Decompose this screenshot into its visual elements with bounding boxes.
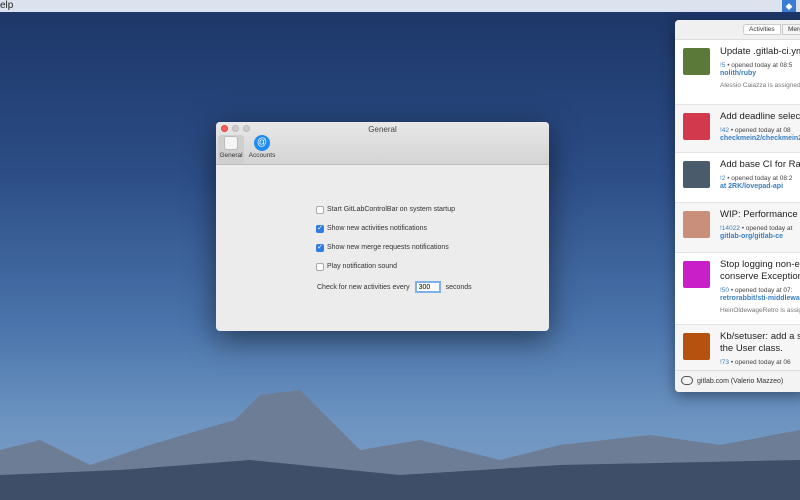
startup-checkbox[interactable]: Start GitLabControlBar on system startup [316, 200, 472, 219]
item-title: Add deadline selector [720, 111, 800, 122]
checkbox-box [316, 205, 324, 214]
activity-item[interactable]: Add deadline selector !42 • opened today … [675, 105, 800, 153]
item-meta: • opened today at [739, 225, 793, 232]
item-meta: • opened today at 07: [729, 287, 793, 294]
menu-bar: elp ◆ [0, 0, 800, 12]
gitlab-tanuki-icon[interactable]: ◆ [782, 0, 796, 12]
account-footer[interactable]: gitlab.com (Valerio Mazzeo) [675, 370, 800, 392]
account-label: gitlab.com (Valerio Mazzeo) [697, 378, 784, 385]
item-project[interactable]: checkmein2/checkmein2 [720, 135, 800, 142]
checkmark-icon: ✓ [316, 224, 324, 233]
avatar [683, 113, 710, 140]
activities-panel: ActivitiesMerge Update .gitlab-ci.yml!5 … [675, 20, 800, 392]
item-meta: • opened today at 08:5 [725, 62, 793, 69]
item-id[interactable]: !73 [720, 359, 729, 366]
avatar [683, 333, 710, 360]
item-meta: • opened today at 08 [729, 127, 791, 134]
tab-label: Accounts [248, 152, 276, 159]
item-id[interactable]: !14022 [720, 225, 740, 232]
tab-accounts[interactable]: @ Accounts [244, 135, 280, 164]
activity-item[interactable]: Kb/setuser: add a se the User class. !73 •… [675, 325, 800, 371]
at-sign-icon: @ [254, 135, 270, 151]
cloud-icon [681, 376, 693, 385]
item-project[interactable]: gitlab-org/gitlab-ce [720, 233, 800, 240]
item-id[interactable]: !42 [720, 127, 729, 134]
interval-label: Check for new activities every [317, 283, 410, 291]
item-meta: • opened today at 06 [729, 359, 791, 366]
mountain-background [0, 390, 800, 500]
activity-item[interactable]: WIP: Performance la !14022 • opened today… [675, 203, 800, 253]
window-toolbar: General General @ Accounts [216, 122, 549, 165]
sound-checkbox[interactable]: Play notification sound [316, 257, 472, 276]
item-title-line2: conserve Exception [720, 271, 800, 282]
item-id[interactable]: !50 [720, 287, 729, 294]
checkmark-icon: ✓ [316, 243, 324, 252]
checkbox-box [316, 262, 324, 271]
item-note: Alessio Caiazza is assigned [720, 82, 800, 89]
segment-merge[interactable]: Merge [782, 24, 800, 35]
option-label: Play notification sound [327, 263, 398, 270]
window-title: General [368, 125, 397, 134]
option-label: Show new merge requests notifications [327, 244, 449, 251]
item-project[interactable]: retrorabbit/sti-middleware [720, 295, 800, 302]
activity-item[interactable]: Add base CI for Rails!2 • opened today a… [675, 153, 800, 203]
preferences-window: General General @ Accounts Start GitLabCo… [216, 122, 549, 331]
menu-help[interactable]: elp [0, 0, 13, 11]
item-title: Kb/setuser: add a se [720, 331, 800, 342]
item-title-line2: the User class. [720, 343, 783, 354]
merge-notifications-checkbox[interactable]: ✓ Show new merge requests notifications [316, 238, 472, 257]
avatar [683, 211, 710, 238]
activity-item[interactable]: Stop logging non-er conserve Exception !50… [675, 253, 800, 325]
activities-notifications-checkbox[interactable]: ✓ Show new activities notifications [316, 219, 472, 238]
item-title: Update .gitlab-ci.yml [720, 46, 800, 57]
item-title: Stop logging non-er [720, 259, 800, 270]
switch-icon [224, 136, 238, 150]
avatar [683, 161, 710, 188]
option-label: Show new activities notifications [327, 225, 427, 232]
avatar [683, 48, 710, 75]
item-project[interactable]: at 2RK/lovepad-api [720, 183, 800, 190]
item-meta: • opened today at 08:2 [725, 175, 793, 182]
activity-item[interactable]: Update .gitlab-ci.yml !5 • opened today a… [675, 40, 800, 105]
interval-input[interactable] [414, 281, 441, 293]
item-project[interactable]: nolith/ruby [720, 70, 800, 77]
option-label: Start GitLabControlBar on system startup [327, 206, 455, 213]
avatar [683, 261, 710, 288]
tab-general[interactable]: General [218, 135, 244, 164]
segment-activities[interactable]: Activities [743, 24, 781, 35]
item-note: HeinOldewageRetro is assigned [720, 307, 800, 314]
item-title: WIP: Performance la [720, 209, 800, 220]
item-title: Add base CI for Rails [720, 159, 800, 170]
interval-unit: seconds [445, 283, 472, 291]
tab-label: General [219, 152, 243, 159]
